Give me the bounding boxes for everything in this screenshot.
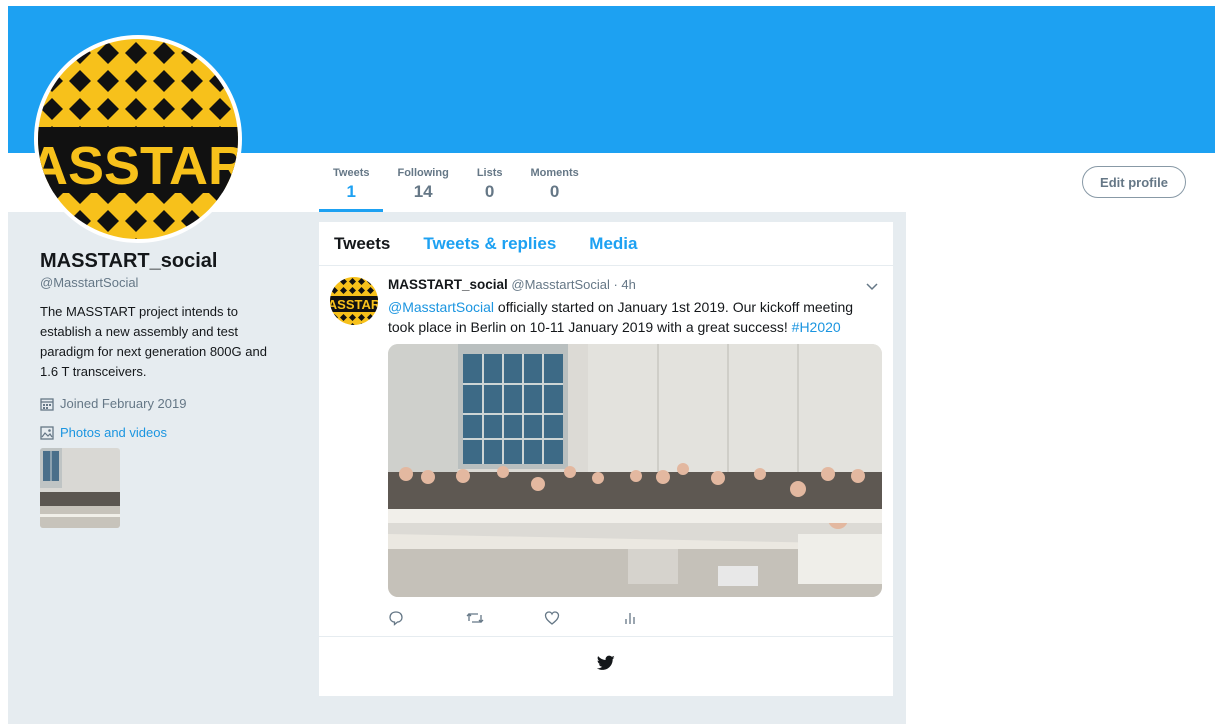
- profile-nav: Tweets 1 Following 14 Lists 0 Moments 0: [319, 153, 593, 212]
- tweet-text: @MasstartSocial officially started on Ja…: [388, 297, 883, 337]
- profile-card: MASSTART_social @MasstartSocial The MASS…: [40, 250, 290, 528]
- timeline: Tweets Tweets & replies Media ASSTAR MAS…: [319, 222, 893, 696]
- twitter-bird-icon: [596, 655, 615, 671]
- nav-following[interactable]: Following 14: [383, 153, 462, 212]
- chevron-down-icon[interactable]: [865, 279, 879, 293]
- profile-name[interactable]: MASSTART_social: [40, 250, 290, 273]
- nav-moments[interactable]: Moments 0: [517, 153, 593, 212]
- nav-moments-label: Moments: [530, 167, 579, 179]
- tab-tweets[interactable]: Tweets: [334, 234, 390, 254]
- profile-handle[interactable]: @MasstartSocial: [40, 275, 290, 290]
- profile-joined-text: Joined February 2019: [60, 396, 187, 411]
- reply-icon[interactable]: [388, 610, 466, 630]
- nav-following-count: 14: [413, 182, 433, 201]
- tab-tweets-and-replies[interactable]: Tweets & replies: [423, 234, 556, 254]
- nav-tweets[interactable]: Tweets 1: [319, 153, 384, 212]
- tweet-mention[interactable]: @MasstartSocial: [388, 299, 494, 315]
- image-icon: [40, 425, 54, 440]
- tweet[interactable]: ASSTAR MASSTART_social @MasstartSocial ·…: [319, 267, 893, 637]
- nav-following-label: Following: [397, 167, 449, 179]
- profile-page: ASSTAR Tweets 1 Following 14 Lists 0 Mom…: [0, 0, 1215, 724]
- nav-lists-label: Lists: [476, 167, 503, 179]
- tweet-avatar-logo-text: ASSTAR: [330, 297, 378, 312]
- profile-bio: The MASSTART project intends to establis…: [40, 304, 267, 379]
- profile-avatar[interactable]: ASSTAR: [34, 35, 242, 243]
- nav-lists[interactable]: Lists 0: [463, 153, 517, 212]
- photos-and-videos-link[interactable]: Photos and videos: [40, 425, 290, 440]
- photos-and-videos-label[interactable]: Photos and videos: [60, 425, 167, 440]
- timeline-tabs: Tweets Tweets & replies Media: [319, 222, 893, 266]
- retweet-icon[interactable]: [466, 610, 544, 630]
- tweet-photo[interactable]: [388, 344, 882, 597]
- tweet-hashtag[interactable]: #H2020: [792, 319, 841, 335]
- tweet-author-handle[interactable]: @MasstartSocial: [511, 277, 609, 292]
- photo-thumbnail[interactable]: [40, 448, 120, 528]
- nav-lists-count: 0: [484, 182, 495, 201]
- nav-moments-count: 0: [549, 182, 560, 201]
- tweet-header: MASSTART_social @MasstartSocial · 4h: [388, 277, 636, 292]
- edit-profile-button[interactable]: Edit profile: [1082, 166, 1186, 198]
- analytics-icon[interactable]: [622, 610, 700, 630]
- calendar-icon: [40, 397, 54, 411]
- like-icon[interactable]: [544, 610, 622, 630]
- nav-tweets-label: Tweets: [333, 167, 370, 179]
- masstart-logo: ASSTAR: [38, 39, 238, 239]
- tweet-actions: [388, 610, 700, 630]
- nav-tweets-count: 1: [346, 182, 356, 201]
- profile-joined: Joined February 2019: [40, 396, 290, 411]
- tweet-author-name[interactable]: MASSTART_social: [388, 277, 508, 292]
- tweet-avatar[interactable]: ASSTAR: [330, 277, 378, 325]
- tab-media[interactable]: Media: [589, 234, 637, 254]
- tweet-timestamp[interactable]: · 4h: [613, 277, 635, 292]
- logo-text: ASSTAR: [38, 136, 238, 196]
